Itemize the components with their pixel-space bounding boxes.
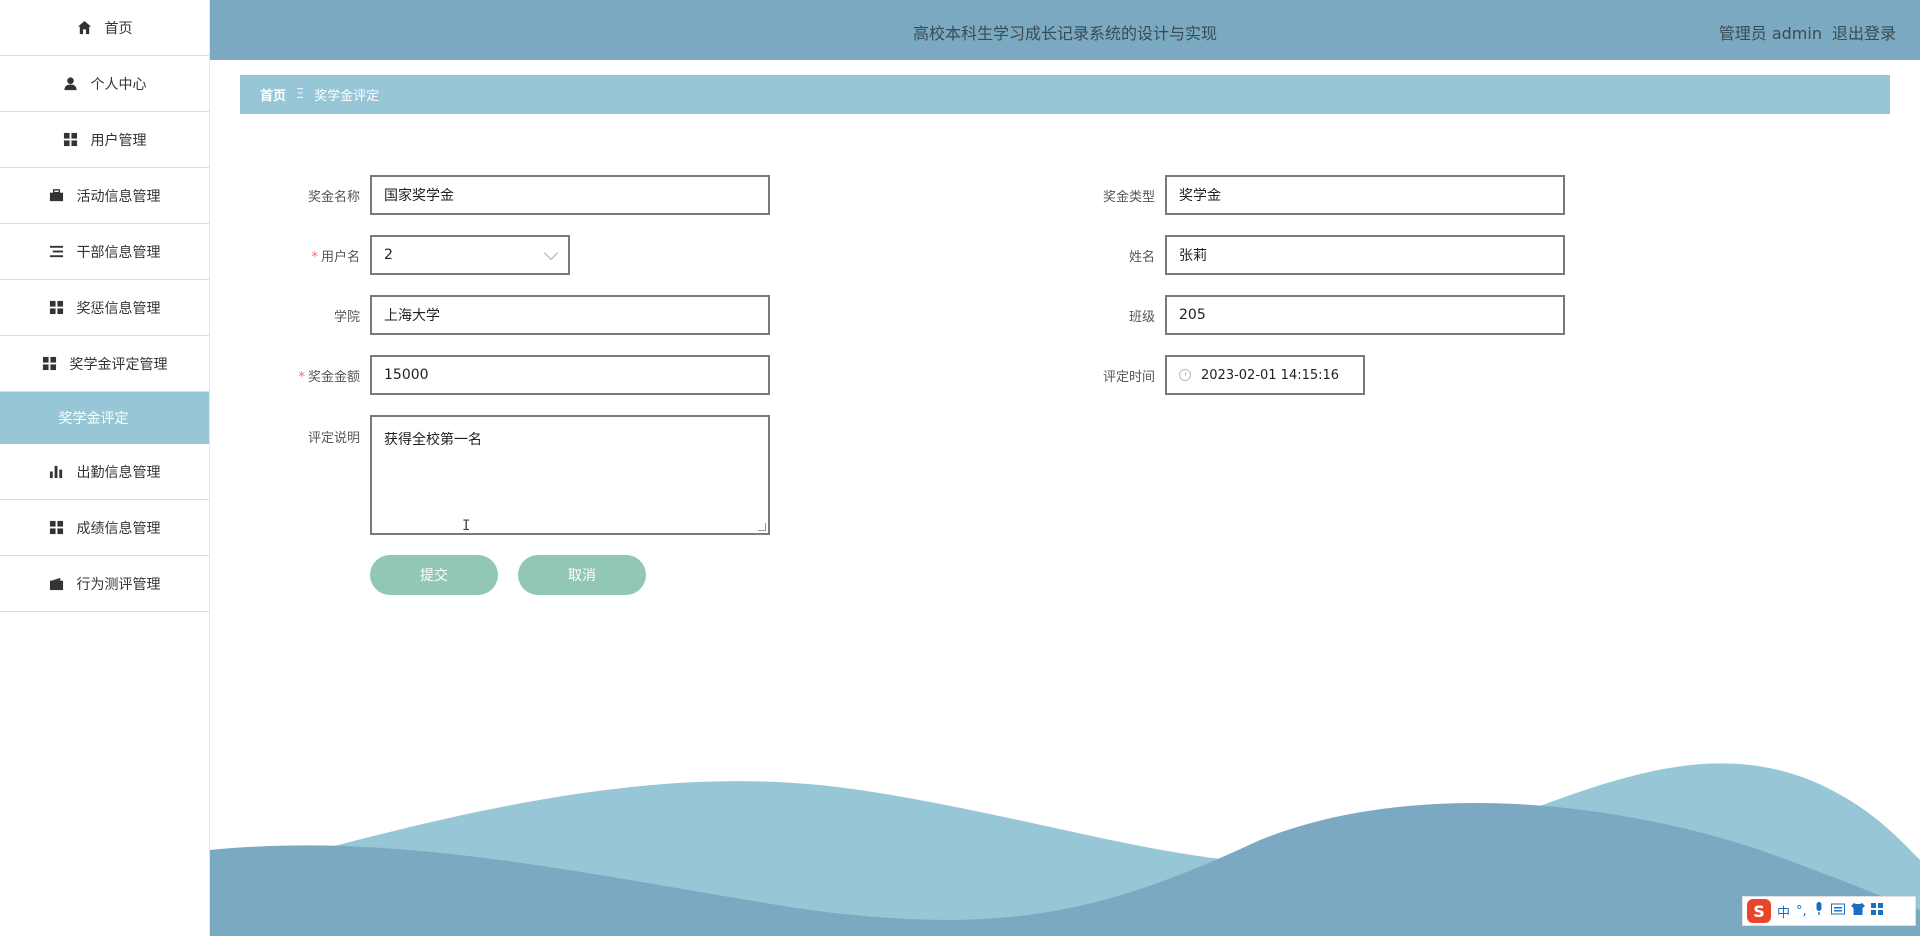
briefcase-icon bbox=[49, 188, 65, 204]
college-label: 学院 bbox=[333, 309, 360, 325]
username-label: * 用户名 bbox=[311, 249, 360, 265]
form-row-scholarship-type: 奖金类型 奖学金 bbox=[1035, 175, 1565, 215]
grid-icon bbox=[63, 132, 79, 148]
breadcrumb: 首页 Ξ 奖学金评定 bbox=[240, 75, 1890, 114]
username-select-value: 2 bbox=[384, 247, 393, 263]
form-row-description: 评定说明 获得全校第一名 bbox=[240, 415, 770, 535]
skin-icon[interactable] bbox=[1850, 903, 1865, 919]
scholarship-form: 奖金名称 国家奖学金 奖金类型 奖学金 * 用户名 2 姓名 张莉 学院 上海大学… bbox=[240, 160, 1890, 620]
sidebar-subitem-scholarship-eval[interactable]: 奖学金评定 bbox=[0, 392, 209, 444]
scholarship-name-input[interactable]: 国家奖学金 bbox=[370, 175, 770, 215]
sidebar-item-home[interactable]: 首页 bbox=[0, 0, 209, 56]
sidebar: 首页 个人中心 用户管理 活动信息管理 干部信息管理 奖惩信息管理 奖学金评定管… bbox=[0, 0, 210, 936]
breadcrumb-current: 奖学金评定 bbox=[314, 89, 380, 104]
college-input[interactable]: 上海大学 bbox=[370, 295, 770, 335]
sidebar-item-activities[interactable]: 活动信息管理 bbox=[0, 168, 209, 224]
top-header: 高校本科生学习成长记录系统的设计与实现 管理员 admin 退出登录 bbox=[210, 0, 1920, 60]
eval-time-label: 评定时间 bbox=[1102, 369, 1155, 385]
list-icon bbox=[49, 244, 65, 260]
form-row-name: 姓名 张莉 bbox=[1035, 235, 1565, 275]
description-label: 评定说明 bbox=[307, 431, 360, 446]
form-row-eval-time: 评定时间 2023-02-01 14:15:16 bbox=[1035, 355, 1365, 395]
name-input[interactable]: 张莉 bbox=[1165, 235, 1565, 275]
breadcrumb-home[interactable]: 首页 bbox=[260, 85, 286, 104]
ime-punctuation[interactable]: °, bbox=[1796, 904, 1807, 919]
text-cursor-icon: I bbox=[462, 518, 471, 534]
chevron-down-icon bbox=[543, 245, 559, 260]
description-text: 获得全校第一名 bbox=[384, 432, 482, 448]
toolbox-icon[interactable] bbox=[1870, 903, 1883, 919]
form-row-amount: * 奖金金额 15000 bbox=[240, 355, 770, 395]
sidebar-item-label: 出勤信息管理 bbox=[76, 464, 161, 481]
eval-time-picker[interactable]: 2023-02-01 14:15:16 bbox=[1165, 355, 1365, 395]
scholarship-name-label: 奖金名称 bbox=[307, 189, 360, 205]
scholarship-type-label: 奖金类型 bbox=[1102, 189, 1155, 205]
grid-icon bbox=[49, 520, 65, 536]
sidebar-item-behavior[interactable]: 行为测评管理 bbox=[0, 556, 209, 612]
amount-label: * 奖金金额 bbox=[298, 369, 360, 385]
ime-mode[interactable]: 中 bbox=[1777, 902, 1790, 921]
ime-logo-icon[interactable]: S bbox=[1747, 899, 1771, 923]
clock-icon bbox=[1179, 369, 1191, 381]
eval-time-value: 2023-02-01 14:15:16 bbox=[1201, 367, 1340, 383]
sidebar-item-label: 成绩信息管理 bbox=[76, 520, 161, 537]
current-user: 管理员 admin bbox=[1718, 24, 1822, 43]
submit-button[interactable]: 提交 bbox=[370, 555, 498, 595]
class-label: 班级 bbox=[1128, 309, 1155, 325]
sidebar-item-label: 活动信息管理 bbox=[76, 188, 161, 205]
breadcrumb-separator: Ξ bbox=[296, 87, 305, 102]
sidebar-item-users[interactable]: 用户管理 bbox=[0, 112, 209, 168]
logout-link[interactable]: 退出登录 bbox=[1832, 20, 1896, 44]
sidebar-item-label: 首页 bbox=[104, 20, 133, 37]
form-row-username: * 用户名 2 bbox=[240, 235, 570, 275]
scholarship-type-input[interactable]: 奖学金 bbox=[1165, 175, 1565, 215]
sidebar-item-profile[interactable]: 个人中心 bbox=[0, 56, 209, 112]
sidebar-item-cadres[interactable]: 干部信息管理 bbox=[0, 224, 209, 280]
cancel-button[interactable]: 取消 bbox=[518, 555, 646, 595]
sidebar-item-rewards[interactable]: 奖惩信息管理 bbox=[0, 280, 209, 336]
ime-toolbar: S 中 °, bbox=[1742, 896, 1916, 926]
form-row-scholarship-name: 奖金名称 国家奖学金 bbox=[240, 175, 770, 215]
sidebar-subitem-label: 奖学金评定 bbox=[58, 411, 129, 427]
description-textarea[interactable]: 获得全校第一名 bbox=[370, 415, 770, 535]
wallet-icon bbox=[49, 576, 65, 592]
home-icon bbox=[77, 20, 93, 36]
amount-input[interactable]: 15000 bbox=[370, 355, 770, 395]
name-label: 姓名 bbox=[1128, 249, 1155, 265]
form-row-class: 班级 205 bbox=[1035, 295, 1565, 335]
grid-icon bbox=[42, 356, 58, 372]
keyboard-icon[interactable] bbox=[1830, 903, 1845, 919]
username-select[interactable]: 2 bbox=[370, 235, 570, 275]
sidebar-item-label: 奖学金评定管理 bbox=[69, 356, 168, 373]
sidebar-item-label: 干部信息管理 bbox=[76, 244, 161, 261]
form-row-college: 学院 上海大学 bbox=[240, 295, 770, 335]
microphone-icon[interactable] bbox=[1813, 902, 1825, 920]
sidebar-item-label: 奖惩信息管理 bbox=[76, 300, 161, 317]
user-icon bbox=[63, 76, 79, 92]
app-title: 高校本科生学习成长记录系统的设计与实现 bbox=[912, 24, 1217, 43]
sidebar-item-attendance[interactable]: 出勤信息管理 bbox=[0, 444, 209, 500]
sidebar-item-label: 行为测评管理 bbox=[76, 576, 161, 593]
sidebar-item-label: 用户管理 bbox=[90, 132, 147, 149]
sidebar-item-grades[interactable]: 成绩信息管理 bbox=[0, 500, 209, 556]
header-user-area: 管理员 admin 退出登录 bbox=[1719, 20, 1896, 44]
grid-icon bbox=[49, 300, 65, 316]
resize-handle-icon[interactable] bbox=[758, 523, 766, 531]
decorative-waves bbox=[210, 763, 1920, 936]
bar-chart-icon bbox=[49, 464, 65, 480]
sidebar-item-label: 个人中心 bbox=[90, 76, 147, 93]
class-input[interactable]: 205 bbox=[1165, 295, 1565, 335]
sidebar-item-scholarship[interactable]: 奖学金评定管理 bbox=[0, 336, 209, 392]
